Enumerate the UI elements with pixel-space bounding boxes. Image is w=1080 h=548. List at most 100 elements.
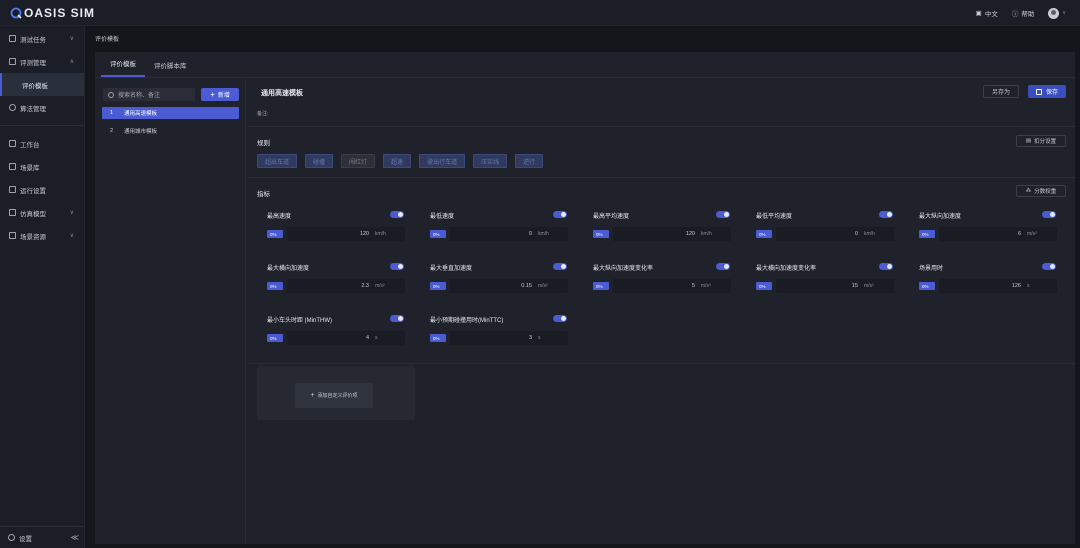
weight-badge: 0% <box>919 230 935 238</box>
list-item[interactable]: 2 通用城市模板 <box>102 125 239 137</box>
chevron-up-icon: ∧ <box>69 59 74 65</box>
sidebar-item-workbench[interactable]: 工作台 <box>0 132 84 155</box>
top-bar: OASIS SIM ▣ 中文 ⓘ 帮助 ∨ <box>0 0 1080 26</box>
metric-value-input[interactable] <box>613 227 731 241</box>
metric-toggle[interactable] <box>716 211 730 218</box>
metric-toggle[interactable] <box>390 211 404 218</box>
sidebar-item-scenario-lib[interactable]: 场景库 <box>0 155 84 178</box>
divider <box>247 177 1075 178</box>
metric-card: 最大横向加速度变化率 0% 15 m/s³ <box>746 258 900 303</box>
metric-card: 最小预期碰撞用时(MinTTC) 0% 3 s <box>420 310 574 355</box>
metric-toggle[interactable] <box>716 263 730 270</box>
deduction-settings-button[interactable]: ▤ 扣分设置 <box>1016 135 1066 147</box>
plus-icon: + <box>310 392 315 399</box>
template-detail: 通用高速模板 备注: 另存为 保存 规则 ▤ 扣分设置 超出车道 碰撞 闯红灯 … <box>247 79 1075 544</box>
add-custom-metric-button[interactable]: + 添加自定义评价项 <box>295 383 373 408</box>
main-panel: 评价模板 评价脚本库 搜索名称、备注 + 新增 1 通用高速模板 2 通用城市模… <box>95 52 1075 544</box>
metric-card: 最高平均速度 0% 120 km/h <box>583 206 737 251</box>
metric-toggle[interactable] <box>1042 211 1056 218</box>
translate-icon: ▣ <box>975 10 982 17</box>
weight-badge: 0% <box>756 230 772 238</box>
weight-badge: 0% <box>756 282 772 290</box>
metric-value-input[interactable] <box>776 279 894 293</box>
tab-eval-template[interactable]: 评价模板 <box>101 58 145 77</box>
divider <box>247 126 1075 127</box>
metric-value-input[interactable] <box>939 279 1057 293</box>
metric-value-input[interactable] <box>776 227 894 241</box>
template-list: 1 通用高速模板 2 通用城市模板 <box>102 107 239 143</box>
clipboard-icon <box>9 58 16 65</box>
logo[interactable]: OASIS SIM <box>10 6 95 20</box>
collapse-icon[interactable]: ≪ <box>71 533 79 542</box>
folder-icon <box>9 232 16 239</box>
weight-badge: 0% <box>267 282 283 290</box>
network-icon: ⁂ <box>1025 188 1032 194</box>
chevron-down-icon: ∨ <box>1062 10 1066 16</box>
rule-tag[interactable]: 超速 <box>383 154 412 168</box>
language-switch[interactable]: ▣ 中文 <box>976 8 998 18</box>
metric-toggle[interactable] <box>1042 263 1056 270</box>
user-menu[interactable]: ∨ <box>1048 7 1066 19</box>
metric-value-input[interactable] <box>939 227 1057 241</box>
metric-value-input[interactable] <box>287 331 405 345</box>
avatar <box>1048 7 1060 19</box>
add-template-button[interactable]: + 新增 <box>201 88 239 101</box>
metric-value-input[interactable] <box>287 279 405 293</box>
metric-card: 场景用时 0% 126 s <box>909 258 1063 303</box>
score-weight-button[interactable]: ⁂ 分数权重 <box>1016 185 1066 197</box>
task-icon <box>9 35 16 42</box>
chevron-down-icon: ∨ <box>69 233 74 239</box>
help-link[interactable]: ⓘ 帮助 <box>1012 8 1035 18</box>
rule-tag[interactable]: 驶出行车道 <box>419 154 466 168</box>
sidebar-item-run-settings[interactable]: 运行设置 <box>0 178 84 201</box>
sidebar-settings[interactable]: 设置 ≪ <box>0 526 85 548</box>
cube-icon <box>9 209 16 216</box>
metric-value-input[interactable] <box>450 227 568 241</box>
metric-toggle[interactable] <box>553 315 567 322</box>
metric-toggle[interactable] <box>390 263 404 270</box>
metric-toggle[interactable] <box>390 315 404 322</box>
metric-value-input[interactable] <box>450 279 568 293</box>
weight-badge: 0% <box>593 282 609 290</box>
weight-badge: 0% <box>593 230 609 238</box>
sidebar-item-algorithm[interactable]: 算法管理 <box>0 96 84 119</box>
rule-tag[interactable]: 碰撞 <box>305 154 334 168</box>
breadcrumb: 评价模板 <box>95 37 120 43</box>
list-item[interactable]: 1 通用高速模板 <box>102 107 239 119</box>
metric-toggle[interactable] <box>879 263 893 270</box>
sidebar-item-scenario-resource[interactable]: 场景资源 ∨ <box>0 224 84 247</box>
chevron-down-icon: ∨ <box>69 210 74 216</box>
rule-tag[interactable]: 闯红灯 <box>341 154 376 168</box>
search-input[interactable]: 搜索名称、备注 <box>103 88 195 101</box>
save-icon <box>1035 88 1042 95</box>
tab-eval-script-lib[interactable]: 评价脚本库 <box>145 60 196 77</box>
metric-toggle[interactable] <box>553 263 567 270</box>
save-as-button[interactable]: 另存为 <box>983 85 1019 98</box>
chevron-down-icon: ∨ <box>69 36 74 42</box>
sidebar-item-test-tasks[interactable]: 测试任务 ∨ <box>0 27 84 50</box>
metric-card: 最大纵向加速度变化率 0% 5 m/s³ <box>583 258 737 303</box>
metric-toggle[interactable] <box>553 211 567 218</box>
metric-card: 最大横向加速度 0% 2.3 m/s² <box>257 258 411 303</box>
metric-value-input[interactable] <box>287 227 405 241</box>
sidebar-item-sim-model[interactable]: 仿真模型 ∨ <box>0 201 84 224</box>
divider <box>247 363 1075 364</box>
metric-toggle[interactable] <box>879 211 893 218</box>
template-title: 通用高速模板 <box>261 90 303 97</box>
weight-badge: 0% <box>430 282 446 290</box>
metric-card: 最大垂直加速度 0% 0.15 m/s² <box>420 258 574 303</box>
save-button[interactable]: 保存 <box>1028 85 1066 98</box>
sidebar-item-eval-manage[interactable]: 评测管理 ∧ <box>0 50 84 73</box>
rule-tag[interactable]: 超出车道 <box>257 154 298 168</box>
rule-tag[interactable]: 逆行 <box>515 154 544 168</box>
weight-badge: 0% <box>267 334 283 342</box>
metric-value-input[interactable] <box>450 331 568 345</box>
metric-card: 最大纵向加速度 0% 6 m/s² <box>909 206 1063 251</box>
tab-bar: 评价模板 评价脚本库 <box>95 52 1075 78</box>
gear-icon <box>8 534 15 541</box>
rules-title: 规则 <box>257 140 270 147</box>
sidebar-item-eval-template[interactable]: 评价模板 <box>0 73 84 96</box>
rule-tag[interactable]: 压实线 <box>473 154 508 168</box>
metric-value-input[interactable] <box>613 279 731 293</box>
logo-text: OASIS SIM <box>24 5 96 20</box>
